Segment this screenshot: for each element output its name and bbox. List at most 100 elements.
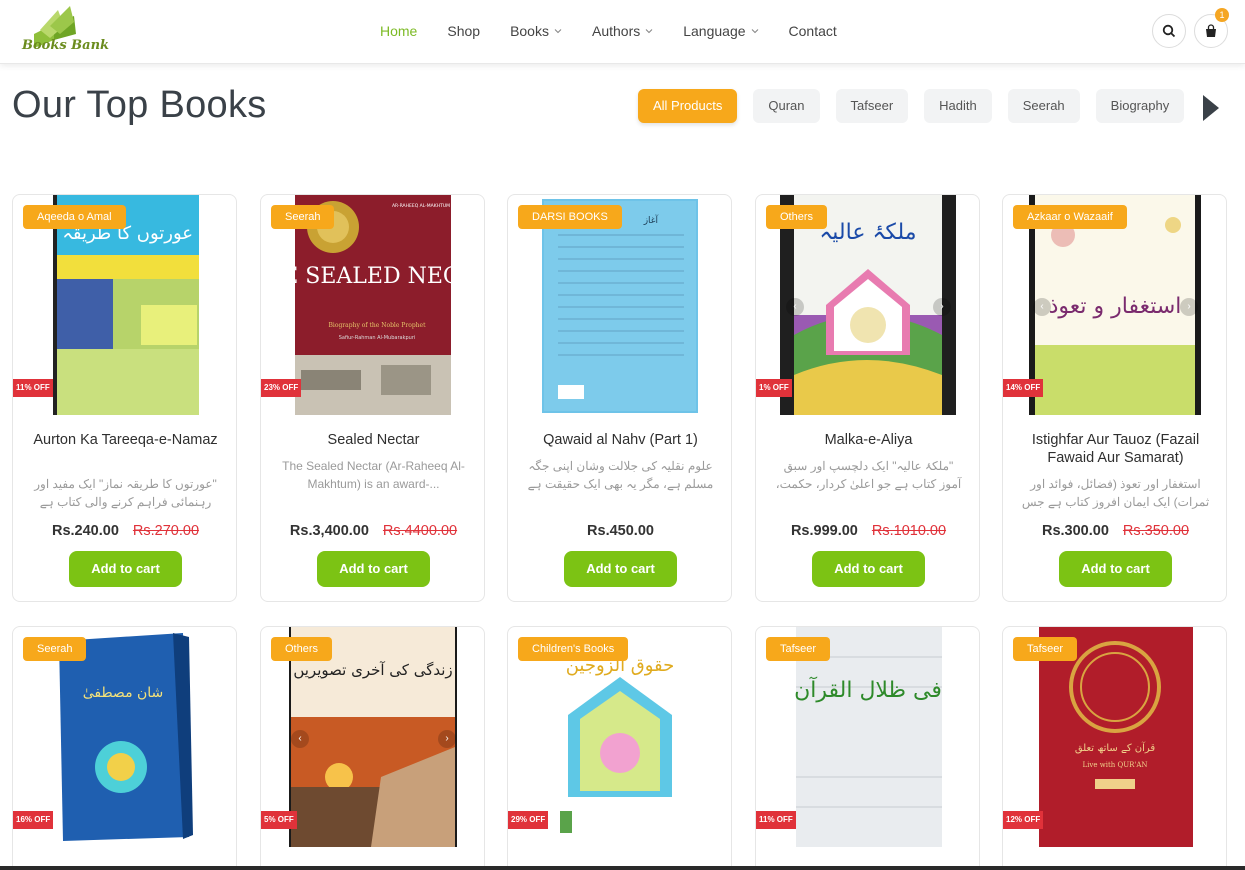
add-to-cart-button[interactable]: Add to cart bbox=[317, 551, 430, 587]
sale-price: Rs.300.00 bbox=[1041, 523, 1109, 539]
discount-badge: 12% OFF bbox=[1003, 811, 1044, 829]
discount-badge: 14% OFF bbox=[1003, 379, 1044, 397]
price-row: Rs.300.00 Rs.350.00 bbox=[1003, 523, 1226, 539]
cover-subtitle: Live with QUR'AN bbox=[1083, 761, 1148, 769]
cover-publisher: AR-RAHEEQ AL-MAKHTUM bbox=[392, 203, 450, 209]
book-description: The Sealed Nectar (Ar-Raheeq Al-Makhtum)… bbox=[282, 459, 465, 491]
book-description: "عورتوں کا طریقہ نماز" ایک مفید اور رہنم… bbox=[34, 477, 217, 509]
sale-price: Rs.450.00 bbox=[587, 523, 654, 539]
nav-shop[interactable]: Shop bbox=[447, 20, 480, 42]
book-description: استغفار اور تعوذ (فضائل، فوائد اور ثمرات… bbox=[1021, 477, 1210, 509]
add-to-cart-button[interactable]: Add to cart bbox=[1059, 551, 1172, 587]
bottom-edge-bar bbox=[0, 866, 1245, 870]
cover-title: ملکۂ عالیہ bbox=[819, 220, 916, 245]
price-row: Rs.450.00 bbox=[508, 523, 731, 539]
book-title[interactable]: Qawaid al Nahv (Part 1) bbox=[520, 431, 721, 449]
sale-price: Rs.240.00 bbox=[51, 523, 119, 539]
nav-books-label: Books bbox=[510, 23, 549, 39]
category-badge: Others bbox=[766, 205, 828, 229]
add-to-cart-button[interactable]: Add to cart bbox=[812, 551, 925, 587]
next-arrow-icon[interactable] bbox=[1200, 93, 1222, 123]
category-badge: Seerah bbox=[271, 205, 335, 229]
book-title[interactable]: Aurton Ka Tareeqa-e-Namaz bbox=[25, 431, 226, 449]
prev-image-icon[interactable]: ‹ bbox=[786, 298, 804, 316]
cover-title: فی ظلال القرآن bbox=[794, 676, 942, 703]
book-description: علوم نقلیہ کی جلالت وشان اپنی جگہ مسلم ہ… bbox=[527, 459, 714, 491]
book-description: "ملکۂ عالیہ" ایک دلچسپ اور سبق آموز کتاب… bbox=[775, 459, 962, 491]
category-badge: DARSI BOOKS bbox=[518, 205, 622, 229]
filter-tafseer[interactable]: Tafseer bbox=[835, 89, 909, 123]
price-row: Rs.240.00 Rs.270.00 bbox=[13, 523, 236, 539]
original-price: Rs.4400.00 bbox=[382, 523, 458, 539]
price-row: Rs.999.00 Rs.1010.00 bbox=[756, 523, 979, 539]
cover-title: زندگی کی آخری تصویریں bbox=[293, 661, 452, 679]
search-icon bbox=[1162, 24, 1176, 38]
book-title[interactable]: Sealed Nectar bbox=[273, 431, 474, 449]
nav-contact[interactable]: Contact bbox=[789, 20, 837, 42]
cover-title: شان مصطفیٰ bbox=[83, 685, 164, 701]
discount-badge: 16% OFF bbox=[13, 811, 54, 829]
add-to-cart-button[interactable]: Add to cart bbox=[69, 551, 182, 587]
product-card: قرآن کے ساتھ تعلق Live with QUR'AN Tafse… bbox=[1002, 626, 1227, 870]
shopping-bag-icon bbox=[1206, 24, 1216, 37]
chevron-down-icon bbox=[554, 29, 562, 34]
cover-title: آغاز bbox=[643, 214, 659, 226]
add-to-cart-button[interactable]: Add to cart bbox=[564, 551, 677, 587]
product-card: ملکۂ عالیہ ‹ › Others 1% OFF Malka-e-Ali… bbox=[755, 194, 980, 602]
product-card: فی ظلال القرآن Tafseer 11% OFF bbox=[755, 626, 980, 870]
cover-title: استغفار و تعوذ bbox=[1049, 294, 1182, 319]
product-card: زندگی کی آخری تصویریں ‹ › Others 5% OFF bbox=[260, 626, 485, 870]
product-card: عورتوں کا طریقہ نماز Aqeeda o Amal 11% O… bbox=[12, 194, 237, 602]
nav-shop-label: Shop bbox=[447, 23, 481, 39]
sale-price: Rs.999.00 bbox=[790, 523, 858, 539]
prev-image-icon[interactable]: ‹ bbox=[1033, 298, 1051, 316]
nav-contact-label: Contact bbox=[788, 23, 837, 39]
main-nav: Home Shop Books Authors Language Contact bbox=[380, 20, 867, 42]
discount-badge: 23% OFF bbox=[261, 379, 302, 397]
nav-home[interactable]: Home bbox=[380, 20, 417, 42]
book-title[interactable]: Malka-e-Aliya bbox=[768, 431, 969, 449]
category-badge: Tafseer bbox=[1013, 637, 1078, 661]
filter-biography[interactable]: Biography bbox=[1095, 89, 1185, 123]
product-card: استغفار و تعوذ ‹ › Azkaar o Wazaaif 14% … bbox=[1002, 194, 1227, 602]
page-title: Our Top Books bbox=[12, 84, 267, 126]
site-header: Books Bank Home Shop Books Authors Langu… bbox=[0, 0, 1245, 64]
cover-subtitle: Biography of the Noble Prophet bbox=[329, 322, 427, 329]
price-row: Rs.3,400.00 Rs.4400.00 bbox=[261, 523, 484, 539]
cover-author: Safiur-Rahman Al-Mubarakpuri bbox=[339, 335, 416, 341]
cover-title: قرآن کے ساتھ تعلق bbox=[1075, 741, 1156, 754]
category-badge: Others bbox=[271, 637, 333, 661]
nav-home-label: Home bbox=[380, 23, 418, 39]
cart-count-badge: 1 bbox=[1215, 8, 1229, 22]
chevron-down-icon bbox=[751, 29, 758, 34]
prev-image-icon[interactable]: ‹ bbox=[291, 730, 309, 748]
next-image-icon[interactable]: › bbox=[1180, 298, 1198, 316]
product-card: شان مصطفیٰ Seerah 16% OFF bbox=[12, 626, 237, 870]
book-title[interactable]: Istighfar Aur Tauoz (Fazail Fawaid Aur S… bbox=[1015, 431, 1216, 467]
category-badge: Aqeeda o Amal bbox=[23, 205, 126, 229]
nav-authors[interactable]: Authors bbox=[592, 20, 653, 42]
chevron-down-icon bbox=[645, 29, 653, 34]
product-card: حقوق الزوجین Children's Books 29% OFF bbox=[507, 626, 732, 870]
next-image-icon[interactable]: › bbox=[933, 298, 951, 316]
search-button[interactable] bbox=[1152, 14, 1186, 48]
nav-language-label: Language bbox=[683, 23, 746, 39]
nav-language[interactable]: Language bbox=[683, 20, 758, 42]
category-filter-tabs: All Products Quran Tafseer Hadith Seerah… bbox=[638, 89, 1200, 123]
filter-hadith[interactable]: Hadith bbox=[924, 89, 992, 123]
nav-authors-label: Authors bbox=[591, 23, 641, 39]
original-price: Rs.270.00 bbox=[132, 523, 200, 539]
next-image-icon[interactable]: › bbox=[438, 730, 456, 748]
filter-quran[interactable]: Quran bbox=[753, 89, 820, 123]
category-badge: Seerah bbox=[23, 637, 87, 661]
category-badge: Tafseer bbox=[766, 637, 831, 661]
sale-price: Rs.3,400.00 bbox=[289, 523, 369, 539]
original-price: Rs.350.00 bbox=[1122, 523, 1190, 539]
filter-seerah[interactable]: Seerah bbox=[1007, 89, 1080, 123]
cover-title: THE SEALED NECTAR bbox=[261, 264, 485, 289]
product-card: THE SEALED NECTAR Biography of the Noble… bbox=[260, 194, 485, 602]
original-price: Rs.1010.00 bbox=[871, 523, 947, 539]
discount-badge: 11% OFF bbox=[13, 379, 53, 397]
filter-all-products[interactable]: All Products bbox=[638, 89, 738, 123]
nav-books[interactable]: Books bbox=[510, 20, 562, 42]
